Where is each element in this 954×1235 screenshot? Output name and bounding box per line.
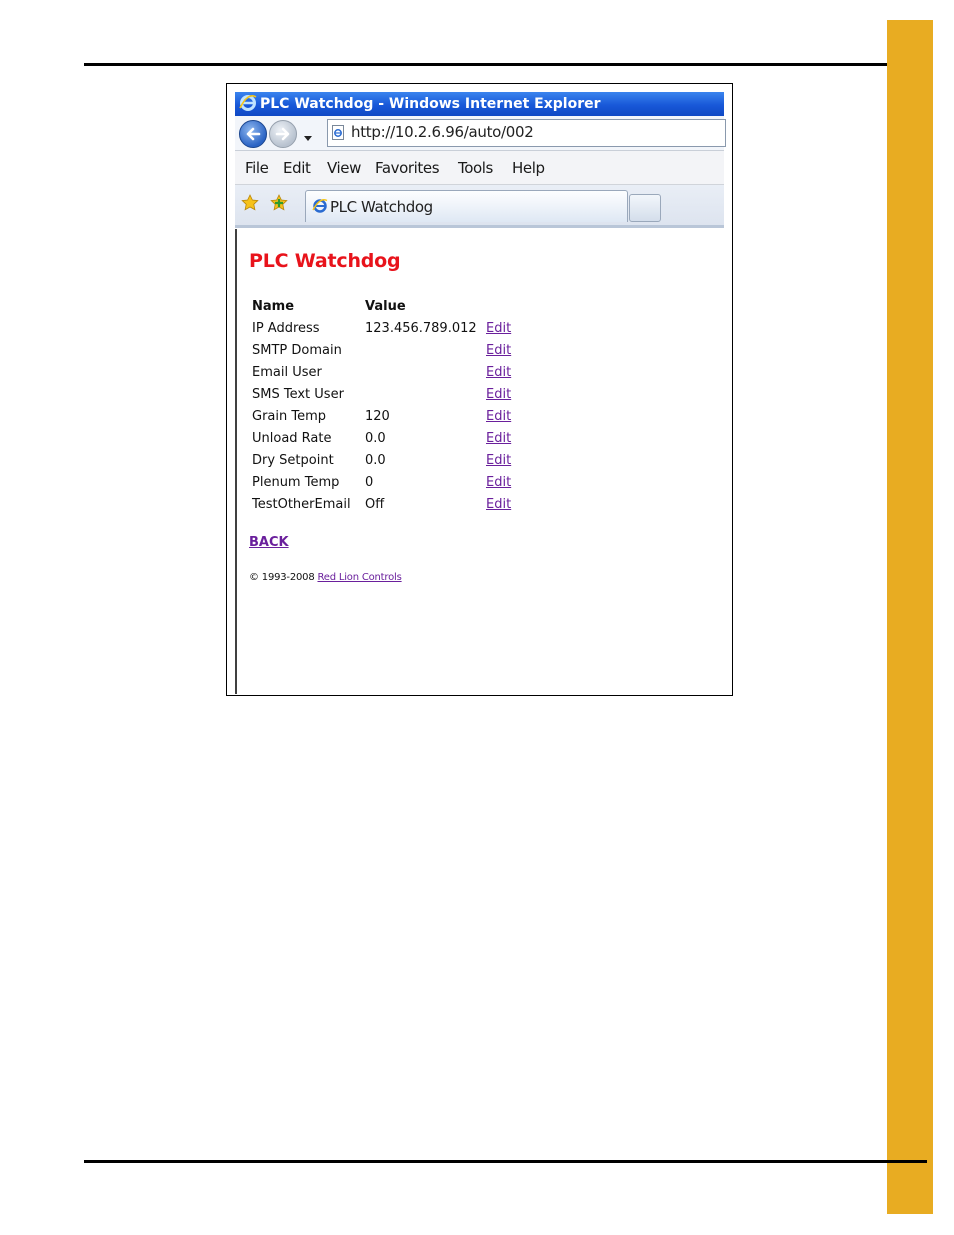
edit-link[interactable]: Edit (486, 453, 511, 468)
row-value: 0.0 (365, 431, 386, 446)
table-row: IP Address 123.456.789.012 Edit (237, 321, 726, 343)
edit-link[interactable]: Edit (486, 387, 511, 402)
row-name: TestOtherEmail (252, 497, 351, 512)
copyright-footer: © 1993-2008 Red Lion Controls (249, 572, 402, 583)
tab-bar: PLC Watchdog (235, 185, 724, 228)
title-bar: PLC Watchdog - Windows Internet Explorer (235, 92, 724, 116)
top-rule (84, 63, 927, 66)
edit-link[interactable]: Edit (486, 475, 511, 490)
row-value: 0.0 (365, 453, 386, 468)
edit-link[interactable]: Edit (486, 321, 511, 336)
row-name: Email User (252, 365, 322, 380)
edit-link[interactable]: Edit (486, 497, 511, 512)
edit-link[interactable]: Edit (486, 343, 511, 358)
ie-logo-icon (239, 94, 257, 112)
forward-button[interactable] (269, 120, 297, 148)
row-value: Off (365, 497, 385, 512)
bottom-rule (84, 1160, 927, 1163)
column-header-value: Value (365, 299, 406, 314)
column-header-name: Name (252, 299, 295, 314)
menu-help[interactable]: Help (512, 159, 545, 177)
address-bar: http://10.2.6.96/auto/002 (235, 116, 726, 151)
edit-link[interactable]: Edit (486, 409, 511, 424)
row-value: 120 (365, 409, 390, 424)
forward-arrow-icon (275, 127, 290, 141)
menu-file[interactable]: File (245, 159, 269, 177)
row-name: Unload Rate (252, 431, 332, 446)
row-name: Dry Setpoint (252, 453, 334, 468)
row-name: Plenum Temp (252, 475, 340, 490)
favorites-star-icon[interactable] (241, 194, 259, 212)
back-link[interactable]: BACK (249, 535, 289, 550)
table-row: TestOtherEmail Off Edit (237, 497, 726, 519)
history-dropdown-icon[interactable] (303, 128, 313, 141)
row-value: 0 (365, 475, 374, 490)
menu-view[interactable]: View (327, 159, 361, 177)
edit-link[interactable]: Edit (486, 431, 511, 446)
back-arrow-icon (246, 127, 261, 141)
row-name: SMTP Domain (252, 343, 342, 358)
menu-edit[interactable]: Edit (283, 159, 311, 177)
new-tab-button[interactable] (629, 194, 661, 222)
edit-link[interactable]: Edit (486, 365, 511, 380)
add-favorites-icon[interactable] (270, 194, 288, 212)
ie-tab-icon (312, 198, 328, 214)
table-row: Plenum Temp 0 Edit (237, 475, 726, 497)
tab-label: PLC Watchdog (330, 198, 433, 216)
red-lion-link[interactable]: Red Lion Controls (317, 572, 401, 583)
copyright-text: © 1993-2008 (249, 572, 315, 583)
table-row: SMS Text User Edit (237, 387, 726, 409)
screenshot-frame: PLC Watchdog - Windows Internet Explorer… (226, 83, 733, 696)
table-row: Dry Setpoint 0.0 Edit (237, 453, 726, 475)
url-text: http://10.2.6.96/auto/002 (351, 123, 534, 141)
page-content: PLC Watchdog Name Value IP Address 123.4… (235, 229, 726, 694)
table-row: Unload Rate 0.0 Edit (237, 431, 726, 453)
menu-tools[interactable]: Tools (458, 159, 493, 177)
row-name: SMS Text User (252, 387, 344, 402)
menu-bar: File Edit View Favorites Tools Help (235, 151, 724, 185)
url-input[interactable]: http://10.2.6.96/auto/002 (327, 119, 726, 147)
table-row: SMTP Domain Edit (237, 343, 726, 365)
table-row: Grain Temp 120 Edit (237, 409, 726, 431)
back-button[interactable] (239, 120, 267, 148)
row-name: IP Address (252, 321, 320, 336)
page-icon (331, 125, 346, 140)
tab-plc-watchdog[interactable]: PLC Watchdog (305, 190, 628, 222)
section-side-tab (887, 20, 933, 1214)
menu-favorites[interactable]: Favorites (375, 159, 440, 177)
table-row: Email User Edit (237, 365, 726, 387)
row-value: 123.456.789.012 (365, 321, 477, 336)
browser-window: PLC Watchdog - Windows Internet Explorer… (235, 92, 726, 694)
page-title: PLC Watchdog (249, 250, 401, 272)
row-name: Grain Temp (252, 409, 327, 424)
window-title: PLC Watchdog - Windows Internet Explorer (260, 96, 601, 112)
